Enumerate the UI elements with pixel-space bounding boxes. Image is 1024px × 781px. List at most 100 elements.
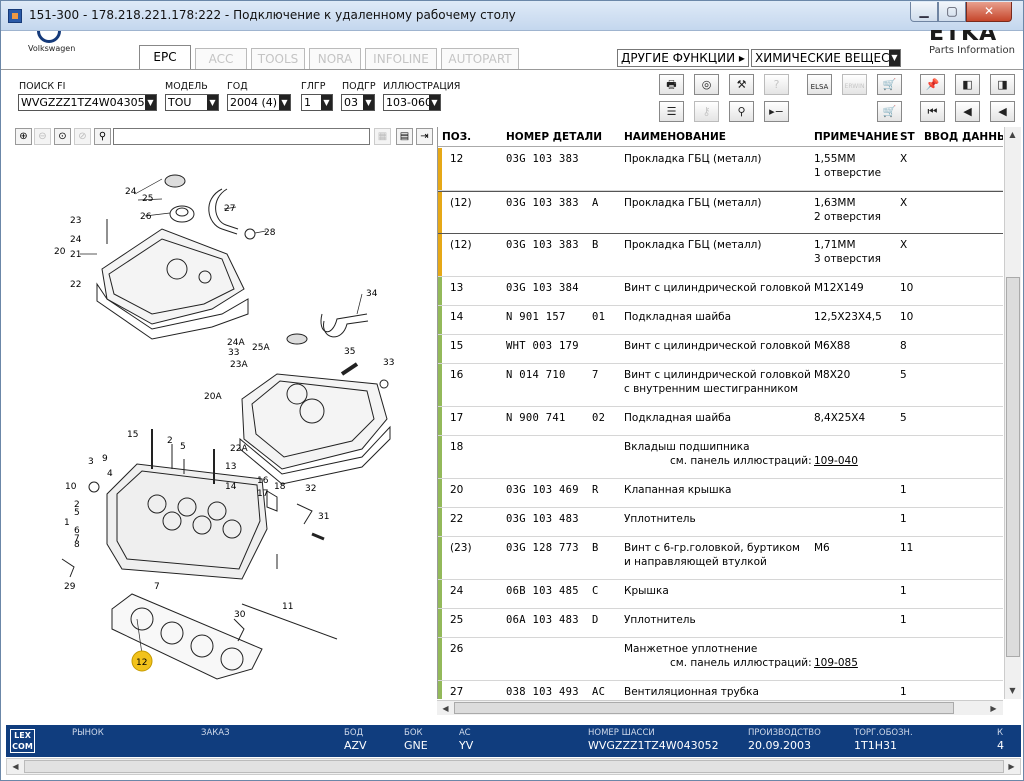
- print-icon[interactable]: 🖶: [659, 74, 684, 95]
- expand-icon[interactable]: ⇥: [416, 128, 433, 145]
- image-toggle-icon[interactable]: ▦: [374, 128, 391, 145]
- row-illustration-link[interactable]: 109-085: [814, 656, 858, 670]
- bicycle-icon[interactable]: ⚲: [729, 101, 754, 122]
- col-st[interactable]: ST: [900, 131, 915, 143]
- row-part-number: 03G 103 483: [506, 513, 579, 525]
- layout-icon[interactable]: ▤: [396, 128, 413, 145]
- pin-icon[interactable]: 📌: [920, 74, 945, 95]
- cart-add-icon[interactable]: 🛒: [877, 101, 902, 122]
- disc-icon[interactable]: ◎: [694, 74, 719, 95]
- list-icon[interactable]: ☰: [659, 101, 684, 122]
- erwin-button[interactable]: ERWIN: [842, 74, 867, 95]
- model-select[interactable]: TOU ▼: [165, 94, 219, 111]
- row-name: Винт с цилиндрической головкой: [624, 282, 811, 294]
- table-row[interactable]: 22 03G 103 483 Уплотнитель 1: [438, 508, 1003, 537]
- row-name-line2: и направляющей втулкой: [624, 556, 767, 568]
- table-row[interactable]: 26 Манжетное уплотнение см. панель иллюстр…: [438, 638, 1003, 681]
- fi-search-value: WVGZZZ1TZ4W043052: [21, 96, 152, 109]
- table-row[interactable]: 18 Вкладыш подшипника см. панель иллюстрац…: [438, 436, 1003, 479]
- scroll-up-icon[interactable]: ▲: [1005, 128, 1020, 141]
- key-icon[interactable]: ⚷: [694, 101, 719, 122]
- col-input[interactable]: ВВОД ДАННЫХ: [924, 131, 1003, 143]
- row-illustration-link[interactable]: 109-040: [814, 454, 858, 468]
- first-icon[interactable]: ⏮: [920, 101, 945, 122]
- subgroup-value: 03: [344, 96, 358, 109]
- tab-autopart[interactable]: AUTOPART: [441, 48, 519, 69]
- scroll-left-icon[interactable]: ◀: [8, 760, 23, 773]
- maximize-button[interactable]: ▢: [938, 2, 966, 22]
- svg-text:20: 20: [54, 247, 66, 257]
- table-row[interactable]: 25 06A 103 483 D Уплотнитель 1: [438, 609, 1003, 638]
- row-name: Винт с цилиндрической головкой: [624, 369, 811, 381]
- row-part-number: 038 103 493: [506, 686, 579, 698]
- window-horizontal-scrollbar[interactable]: ◀ ▶: [6, 758, 1021, 775]
- play-minus-icon[interactable]: ▸−: [764, 101, 789, 122]
- minimize-button[interactable]: ▁: [910, 2, 938, 22]
- table-row[interactable]: 16 N 014 710 7 Винт с цилиндрической головк…: [438, 364, 1003, 407]
- table-header: ПОЗ. НОМЕР ДЕТАЛИ НАИМЕНОВАНИЕ ПРИМЕЧАНИ…: [438, 127, 1003, 147]
- col-pos[interactable]: ПОЗ.: [442, 131, 471, 143]
- table-row[interactable]: (12) 03G 103 383 B Прокладка ГБЦ (металл) 1,…: [438, 234, 1003, 277]
- back-icon[interactable]: ◀: [955, 101, 980, 122]
- prev-page-icon[interactable]: ◧: [955, 74, 980, 95]
- main-group-select[interactable]: 1 ▼: [301, 94, 333, 111]
- chemical-select[interactable]: ХИМИЧЕСКИЕ ВЕЩЕСТВА ▼: [751, 49, 901, 67]
- table-row[interactable]: 20 03G 103 469 R Клапанная крышка 1: [438, 479, 1003, 508]
- zoom-reset-icon[interactable]: ⊘: [74, 128, 91, 145]
- tools-icon[interactable]: ⚒: [729, 74, 754, 95]
- zoom-in-icon[interactable]: ⊕: [15, 128, 32, 145]
- callout-12-badge[interactable]: 12: [131, 650, 153, 672]
- title-bar[interactable]: 151-300 - 178.218.221.178:222 - Подключе…: [1, 1, 1023, 31]
- table-row[interactable]: (23) 03G 128 773 B Винт с 6-гр.головкой, бу…: [438, 537, 1003, 580]
- forward-icon[interactable]: ◀: [990, 101, 1015, 122]
- exploded-diagram[interactable]: 24 25 26 27 28 23 24 20 21 22 34 24A 33 25A 23A 35…: [12, 149, 435, 704]
- table-row[interactable]: 13 03G 103 384 Винт с цилиндрической голов…: [438, 277, 1003, 306]
- col-name[interactable]: НАИМЕНОВАНИЕ: [624, 131, 726, 143]
- other-functions-menu[interactable]: ДРУГИЕ ФУНКЦИИ ▸: [617, 49, 749, 67]
- col-note[interactable]: ПРИМЕЧАНИЕ: [814, 131, 898, 143]
- table-row[interactable]: 24 06B 103 485 C Крышка 1: [438, 580, 1003, 609]
- subgroup-select[interactable]: 03 ▼: [341, 94, 375, 111]
- scroll-down-icon[interactable]: ▼: [1005, 684, 1020, 697]
- svg-text:34: 34: [366, 289, 378, 299]
- table-vertical-scrollbar[interactable]: ▲ ▼: [1004, 127, 1021, 699]
- table-row[interactable]: 12 03G 103 383 Прокладка ГБЦ (металл) 1,55М…: [438, 148, 1003, 191]
- year-select[interactable]: 2004 (4) ▼: [227, 94, 291, 111]
- tab-nora[interactable]: NORA: [309, 48, 361, 69]
- color-bar: [438, 609, 442, 637]
- table-row[interactable]: 27 038 103 493 AC Вентиляционная трубка 1: [438, 681, 1003, 699]
- scroll-thumb[interactable]: [24, 760, 1004, 773]
- tab-tools[interactable]: TOOLS: [251, 48, 305, 69]
- next-page-icon[interactable]: ◨: [990, 74, 1015, 95]
- tab-acc[interactable]: ACC: [195, 48, 247, 69]
- cart-icon[interactable]: 🛒: [877, 74, 902, 95]
- illustration-search-input[interactable]: [113, 128, 370, 145]
- fi-search-field[interactable]: WVGZZZ1TZ4W043052 ▼: [18, 94, 157, 111]
- svg-text:25A: 25A: [252, 343, 270, 353]
- help-icon[interactable]: ?: [764, 74, 789, 95]
- tab-epc[interactable]: EPC: [139, 45, 191, 70]
- table-horizontal-scrollbar[interactable]: ◀ ▶: [437, 700, 1003, 715]
- color-bar: [438, 364, 442, 406]
- table-row[interactable]: (12) 03G 103 383 A Прокладка ГБЦ (металл) 1,…: [438, 191, 1003, 234]
- illustration-select[interactable]: 103-060 ▼: [383, 94, 441, 111]
- tab-infoline[interactable]: INFOLINE: [365, 48, 437, 69]
- scroll-right-icon[interactable]: ▶: [986, 702, 1001, 715]
- table-row[interactable]: 14 N 901 157 01 Подкладная шайба 12,5X23X4,5…: [438, 306, 1003, 335]
- table-row[interactable]: 17 N 900 741 02 Подкладная шайба 8,4X25X4 5: [438, 407, 1003, 436]
- elsa-label: ELSA: [810, 83, 829, 91]
- elsa-button[interactable]: ELSA: [807, 74, 832, 95]
- zoom-out-icon[interactable]: ⊖: [34, 128, 51, 145]
- zoom-fit-icon[interactable]: ⊙: [54, 128, 71, 145]
- table-row[interactable]: 15 WHT 003 179 Винт с цилиндрической голов…: [438, 335, 1003, 364]
- close-button[interactable]: ✕: [966, 2, 1012, 22]
- chassis-value: WVGZZZ1TZ4W043052: [588, 739, 719, 752]
- col-part-number[interactable]: НОМЕР ДЕТАЛИ: [506, 131, 602, 143]
- scroll-thumb[interactable]: [1006, 277, 1020, 657]
- scroll-left-icon[interactable]: ◀: [438, 702, 453, 715]
- bok-value: GNE: [404, 739, 428, 752]
- scroll-thumb[interactable]: [454, 702, 954, 714]
- row-part-suffix: C: [592, 585, 599, 597]
- scroll-right-icon[interactable]: ▶: [1004, 760, 1019, 773]
- magnifier-icon[interactable]: ⚲: [94, 128, 111, 145]
